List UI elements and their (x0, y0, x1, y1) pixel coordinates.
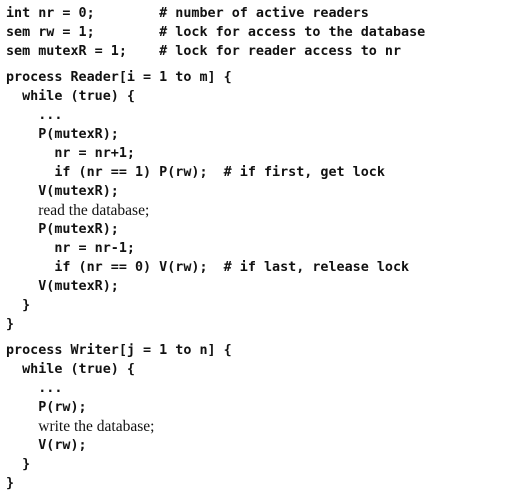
declaration-nr: int nr = 0; # number of active readers (6, 6, 369, 21)
reader-ellipsis: ... (6, 108, 63, 123)
reader-process-close: } (6, 317, 15, 332)
read-database-text: read the database; (38, 202, 150, 219)
declaration-rw: sem rw = 1; # lock for access to the dat… (6, 25, 426, 40)
writer-process-header: process Writer[j = 1 to n] { (6, 343, 232, 358)
code-listing: int nr = 0; # number of active readers s… (0, 0, 505, 494)
write-database-text: write the database; (38, 418, 155, 435)
reader-if-last: if (nr == 0) V(rw); # if last, release l… (6, 260, 410, 275)
writer-p-rw: P(rw); (6, 400, 87, 415)
reader-p-mutexr-1: P(mutexR); (6, 127, 119, 142)
writer-while-loop: while (true) { (6, 362, 135, 377)
reader-read-database-line: read the database; (6, 201, 149, 220)
writer-while-close: } (6, 457, 31, 472)
reader-v-mutexr-1: V(mutexR); (6, 184, 119, 199)
reader-increment-nr: nr = nr+1; (6, 146, 135, 161)
reader-while-loop: while (true) { (6, 89, 135, 104)
writer-write-database-line: write the database; (6, 417, 154, 436)
reader-if-first: if (nr == 1) P(rw); # if first, get lock (6, 165, 385, 180)
writer-v-rw: V(rw); (6, 438, 87, 453)
reader-v-mutexr-2: V(mutexR); (6, 279, 119, 294)
reader-while-close: } (6, 298, 31, 313)
declaration-mutexr: sem mutexR = 1; # lock for reader access… (6, 44, 402, 59)
reader-p-mutexr-2: P(mutexR); (6, 222, 119, 237)
writer-process-close: } (6, 476, 15, 491)
reader-decrement-nr: nr = nr-1; (6, 241, 135, 256)
writer-ellipsis: ... (6, 381, 63, 396)
reader-process-header: process Reader[i = 1 to m] { (6, 70, 232, 85)
